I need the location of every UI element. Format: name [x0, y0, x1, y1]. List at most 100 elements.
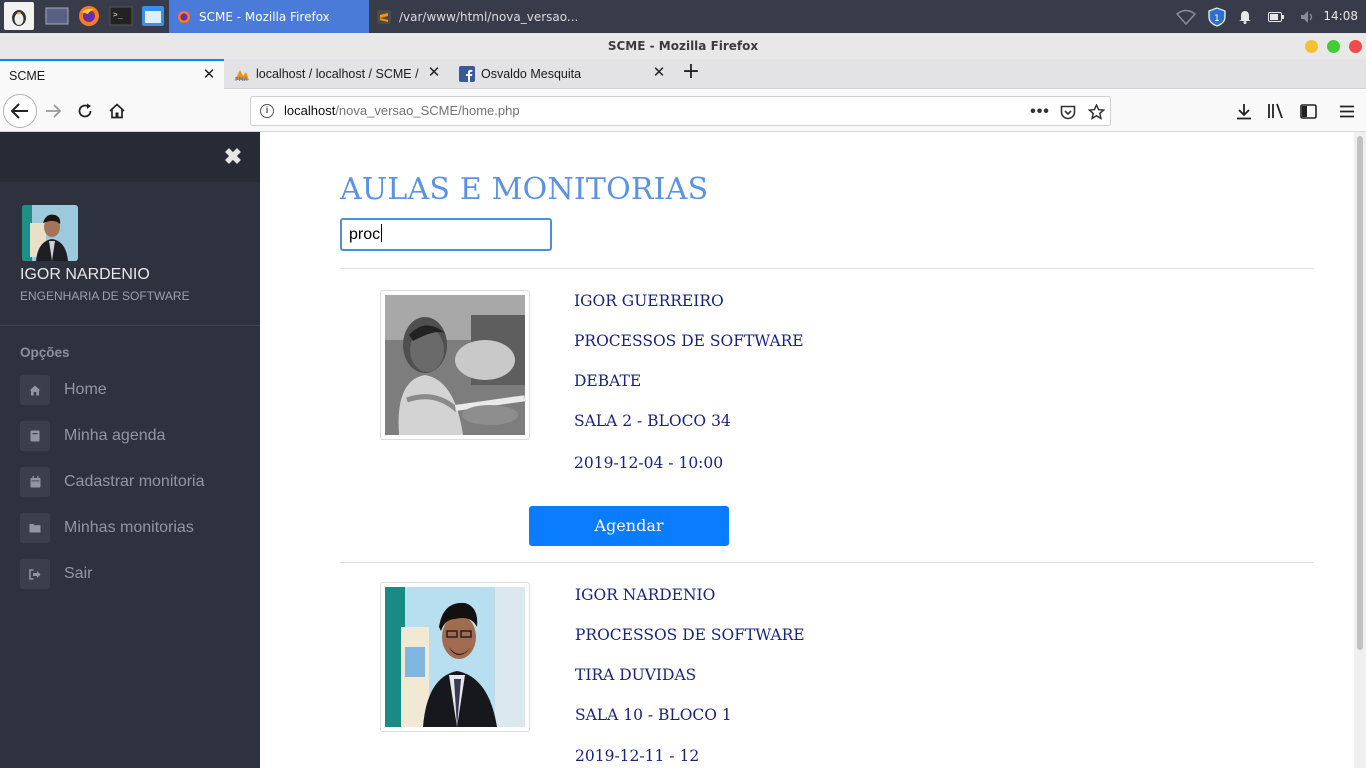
- sidebar-header: [0, 132, 260, 182]
- sidebar-divider: [0, 325, 260, 326]
- text-caret: [381, 224, 383, 242]
- back-button[interactable]: [3, 94, 37, 128]
- calendar-icon: [20, 467, 50, 497]
- bookmark-star-icon[interactable]: [1086, 102, 1106, 122]
- avatar: [22, 205, 78, 261]
- taskbar-window-editor[interactable]: /var/www/html/nova_versao...: [369, 0, 578, 33]
- session-type: DEBATE: [574, 372, 642, 390]
- page-scrollbar[interactable]: [1354, 132, 1366, 768]
- sidebar-toggle-button[interactable]: [1292, 95, 1324, 127]
- battery-icon[interactable]: [1266, 0, 1286, 33]
- sidebar-item-minhas-monitorias[interactable]: Minhas monitorias: [20, 513, 240, 543]
- sidebar-item-minha-agenda[interactable]: Minha agenda: [20, 421, 240, 451]
- session-location: SALA 2 - BLOCO 34: [574, 412, 731, 430]
- page-actions-icon[interactable]: •••: [1030, 102, 1050, 122]
- file-manager-launcher-icon[interactable]: [138, 2, 168, 30]
- hamburger-menu-icon: [1340, 105, 1354, 117]
- book-icon: [20, 421, 50, 451]
- sidebar-item-home[interactable]: Home: [20, 375, 240, 405]
- sidebar-item-label: Cadastrar monitoria: [64, 473, 205, 490]
- tab-label: Osvaldo Mesquita: [481, 67, 582, 81]
- show-desktop-icon[interactable]: [42, 2, 72, 30]
- sidebar-item-cadastrar-monitoria[interactable]: Cadastrar monitoria: [20, 467, 240, 497]
- maximize-button[interactable]: [1327, 40, 1340, 53]
- sidebar-item-label: Home: [64, 381, 107, 398]
- subject-name: PROCESSOS DE SOFTWARE: [574, 332, 804, 350]
- minimize-button[interactable]: [1305, 40, 1318, 53]
- sidebar-item-label: Sair: [64, 565, 93, 582]
- sidebar-item-label: Minha agenda: [64, 427, 166, 444]
- forward-arrow-icon: [46, 104, 61, 118]
- facebook-icon: [459, 66, 475, 82]
- wifi-icon[interactable]: [1174, 0, 1198, 33]
- taskbar-window-title: /var/www/html/nova_versao...: [399, 9, 579, 24]
- window-title: SCME - Mozilla Firefox: [607, 39, 759, 53]
- window-titlebar: SCME - Mozilla Firefox: [0, 33, 1366, 59]
- main-content: AULAS E MONITORIAS proc IGOR GUERREIRO P…: [260, 132, 1354, 768]
- tab-label: localhost / localhost / SCME /: [256, 67, 419, 81]
- close-tab-icon[interactable]: ✕: [202, 67, 216, 82]
- library-button[interactable]: [1260, 95, 1292, 127]
- firefox-launcher-icon[interactable]: [74, 2, 104, 30]
- sidebar-item-label: Minhas monitorias: [64, 519, 194, 536]
- firefox-icon: [177, 10, 191, 24]
- site-info-icon[interactable]: i: [260, 104, 274, 118]
- forward-button[interactable]: [37, 95, 69, 127]
- app-menu-icon[interactable]: [4, 2, 34, 30]
- folder-icon: [20, 513, 50, 543]
- close-window-button[interactable]: [1349, 40, 1362, 53]
- close-sidebar-icon[interactable]: ✖: [222, 146, 244, 168]
- subject-name: PROCESSOS DE SOFTWARE: [575, 626, 805, 644]
- download-icon: [1237, 103, 1251, 119]
- sidebar-section-title: Opções: [20, 345, 70, 360]
- monitor-photo: [380, 582, 530, 732]
- tab-label: SCME: [9, 68, 46, 83]
- close-tab-icon[interactable]: ✕: [652, 65, 666, 80]
- monitor-name: IGOR NARDENIO: [575, 586, 716, 604]
- pocket-icon[interactable]: [1058, 102, 1078, 122]
- tab-scme[interactable]: SCME ✕: [0, 59, 224, 90]
- monitor-name: IGOR GUERREIRO: [574, 292, 724, 310]
- downloads-button[interactable]: [1228, 95, 1260, 127]
- divider: [340, 268, 1314, 269]
- shield-icon[interactable]: 1: [1206, 0, 1228, 33]
- volume-icon[interactable]: [1298, 0, 1318, 33]
- svg-text:1: 1: [1214, 14, 1220, 24]
- user-name: IGOR NARDENIO: [20, 266, 150, 283]
- close-tab-icon[interactable]: ✕: [427, 65, 441, 80]
- monitor-photo: [380, 290, 530, 440]
- scrollbar-thumb[interactable]: [1357, 136, 1363, 650]
- tab-facebook[interactable]: Osvaldo Mesquita ✕: [450, 59, 674, 89]
- home-icon: [20, 375, 50, 405]
- taskbar-window-firefox[interactable]: SCME - Mozilla Firefox: [169, 0, 369, 33]
- session-datetime: 2019-12-11 - 12: [575, 747, 700, 765]
- tab-bar: SCME ✕ PMA localhost / localhost / SCME …: [0, 59, 1366, 90]
- notification-bell-icon[interactable]: [1236, 0, 1254, 33]
- session-datetime: 2019-12-04 - 10:00: [574, 454, 724, 472]
- os-taskbar: >_ SCME - Mozilla Firefox /var/www/html/…: [0, 0, 1366, 33]
- new-tab-button[interactable]: +: [680, 61, 702, 84]
- agendar-button[interactable]: Agendar: [529, 506, 729, 546]
- session-type: TIRA DUVIDAS: [575, 666, 697, 684]
- address-bar[interactable]: i localhost/nova_versao_SCME/home.php ••…: [250, 96, 1111, 126]
- back-arrow-icon: [11, 103, 28, 119]
- user-course: ENGENHARIA DE SOFTWARE: [20, 289, 190, 303]
- divider: [340, 562, 1314, 563]
- phpmyadmin-icon: PMA: [234, 66, 250, 83]
- terminal-launcher-icon[interactable]: >_: [106, 2, 136, 30]
- taskbar-window-title: SCME - Mozilla Firefox: [199, 9, 330, 24]
- svg-text:PMA: PMA: [235, 77, 248, 82]
- search-input[interactable]: proc: [340, 218, 552, 251]
- tab-phpmyadmin[interactable]: PMA localhost / localhost / SCME / ✕: [225, 59, 449, 89]
- navigation-toolbar: i localhost/nova_versao_SCME/home.php ••…: [0, 90, 1366, 132]
- url-text: localhost/nova_versao_SCME/home.php: [284, 103, 520, 118]
- reload-button[interactable]: [69, 95, 101, 127]
- sidebar-item-sair[interactable]: Sair: [20, 559, 240, 589]
- page-title: AULAS E MONITORIAS: [340, 172, 709, 207]
- clock: 14:08: [1323, 9, 1358, 23]
- reload-icon: [78, 103, 92, 118]
- sign-out-icon: [20, 559, 50, 589]
- sublime-icon: [377, 9, 391, 24]
- home-button[interactable]: [101, 95, 133, 127]
- menu-button[interactable]: [1331, 95, 1363, 127]
